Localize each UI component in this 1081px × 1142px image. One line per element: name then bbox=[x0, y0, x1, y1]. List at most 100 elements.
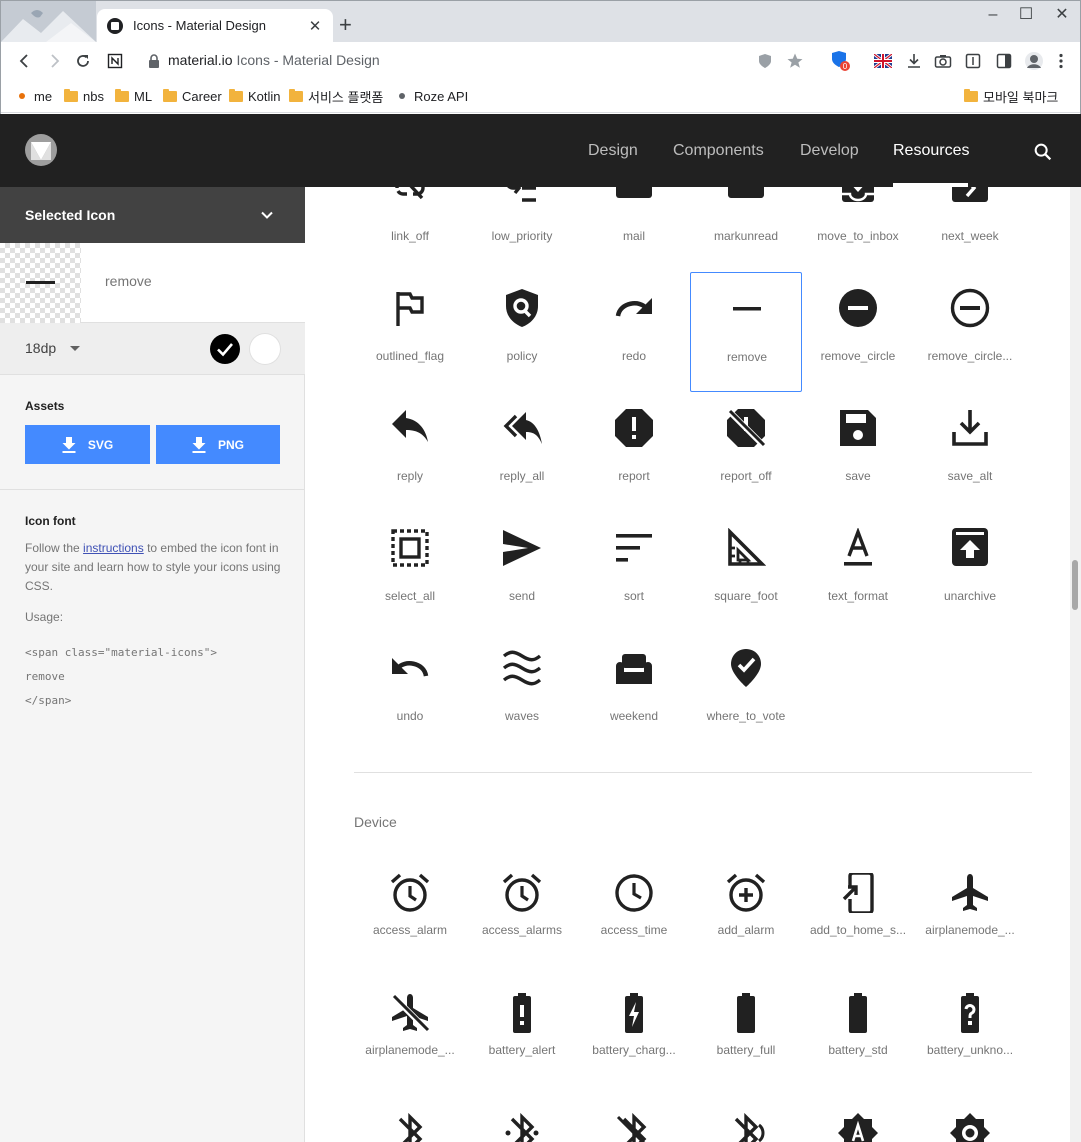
brightness-high-icon[interactable] bbox=[950, 1113, 990, 1142]
bookmark-label: ML bbox=[134, 88, 153, 104]
size-select[interactable]: 18dp bbox=[25, 340, 56, 356]
bluetooth-searching-icon[interactable] bbox=[726, 1113, 766, 1142]
mobile-bookmarks[interactable]: 모바일 북마크 bbox=[964, 87, 1058, 105]
camera-icon[interactable] bbox=[933, 51, 953, 71]
icon-tile[interactable]: square_foot bbox=[690, 512, 802, 632]
icon-tile[interactable]: undo bbox=[354, 632, 466, 752]
icon-tile[interactable]: select_all bbox=[354, 512, 466, 632]
icon-tile[interactable]: move_to_inbox bbox=[802, 187, 914, 272]
bookmark-career[interactable]: Career bbox=[163, 87, 222, 105]
sort-icon bbox=[616, 534, 652, 562]
icon-tile[interactable]: unarchive bbox=[914, 512, 1026, 632]
icon-tile[interactable]: report_off bbox=[690, 392, 802, 512]
icon-tile[interactable]: next_week bbox=[914, 187, 1026, 272]
bookmark-service-platform[interactable]: 서비스 플랫폼 bbox=[289, 87, 383, 105]
forward-button[interactable] bbox=[44, 51, 64, 71]
bluetooth-connected-icon[interactable] bbox=[502, 1113, 542, 1142]
icon-tile[interactable]: where_to_vote bbox=[690, 632, 802, 752]
nav-resources[interactable]: Resources bbox=[893, 142, 969, 160]
nav-develop[interactable]: Develop bbox=[800, 142, 859, 160]
light-color-swatch[interactable] bbox=[250, 334, 280, 364]
icon-tile[interactable]: markunread bbox=[690, 187, 802, 272]
icon-tile[interactable]: low_priority bbox=[466, 187, 578, 272]
icon-tile[interactable]: redo bbox=[578, 272, 690, 392]
icon-tile[interactable]: send bbox=[466, 512, 578, 632]
icon-tile[interactable]: sort bbox=[578, 512, 690, 632]
icon-tile[interactable]: outlined_flag bbox=[354, 272, 466, 392]
maximize-button[interactable]: ☐ bbox=[1016, 7, 1036, 23]
download-png-button[interactable]: PNG bbox=[156, 425, 280, 464]
privacy-badger-icon[interactable]: 0 bbox=[829, 51, 853, 71]
download-svg-button[interactable]: SVG bbox=[25, 425, 150, 464]
code-line: <span class="material-icons"> bbox=[25, 646, 218, 659]
icon-tile[interactable]: battery_full bbox=[690, 973, 802, 1093]
save-icon bbox=[840, 410, 876, 446]
more-menu-icon[interactable] bbox=[1053, 51, 1069, 71]
dropdown-caret-icon[interactable] bbox=[70, 346, 80, 351]
icon-tile[interactable]: battery_alert bbox=[466, 973, 578, 1093]
icon-label: save_alt bbox=[947, 469, 993, 483]
icon-label: add_to_home_s... bbox=[809, 923, 907, 937]
minimize-button[interactable]: – bbox=[983, 7, 1003, 23]
scrollbar-thumb[interactable] bbox=[1072, 560, 1078, 610]
icon-tile[interactable]: add_alarm bbox=[690, 853, 802, 973]
side-panel-icon[interactable] bbox=[994, 51, 1014, 71]
bookmark-kotlin[interactable]: Kotlin bbox=[229, 87, 281, 105]
icon-tile[interactable]: remove_circle... bbox=[914, 272, 1026, 392]
icon-tile[interactable]: reply_all bbox=[466, 392, 578, 512]
markunread-icon bbox=[728, 187, 764, 198]
bluetooth-icon[interactable] bbox=[390, 1113, 430, 1142]
uk-flag-icon[interactable] bbox=[873, 51, 893, 71]
back-button[interactable] bbox=[15, 51, 35, 71]
icon-tile[interactable]: battery_std bbox=[802, 973, 914, 1093]
close-tab-icon[interactable]: ✕ bbox=[307, 17, 323, 35]
bookmark-roze-api[interactable]: Roze API bbox=[399, 87, 468, 105]
reload-button[interactable] bbox=[73, 51, 93, 71]
bookmark-ml[interactable]: ML bbox=[115, 87, 152, 105]
shield-extension-icon[interactable] bbox=[755, 51, 775, 71]
icon-tile[interactable]: report bbox=[578, 392, 690, 512]
icon-tile[interactable]: airplanemode_... bbox=[354, 973, 466, 1093]
icon-tile[interactable]: link_off bbox=[354, 187, 466, 272]
address-bar[interactable]: material.io Icons - Material Design bbox=[168, 52, 380, 68]
material-logo-icon[interactable] bbox=[25, 134, 57, 166]
close-window-button[interactable]: ✕ bbox=[1052, 7, 1072, 23]
bookmark-nbs[interactable]: nbs bbox=[64, 87, 104, 105]
icon-label: send bbox=[508, 589, 536, 603]
nav-components[interactable]: Components bbox=[673, 142, 764, 160]
notion-extension-button[interactable] bbox=[105, 51, 125, 71]
icon-tile[interactable]: battery_charg... bbox=[578, 973, 690, 1093]
dark-color-swatch[interactable] bbox=[210, 334, 240, 364]
icon-tile[interactable]: save bbox=[802, 392, 914, 512]
icon-tile[interactable]: add_to_home_s... bbox=[802, 853, 914, 973]
browser-tab[interactable]: Icons - Material Design ✕ bbox=[97, 9, 333, 42]
brightness-auto-icon[interactable] bbox=[838, 1113, 878, 1142]
profile-avatar[interactable] bbox=[1023, 51, 1045, 71]
reader-mode-icon[interactable] bbox=[963, 51, 983, 71]
selected-icon-tile[interactable]: remove bbox=[690, 272, 802, 392]
icon-tile[interactable]: mail bbox=[578, 187, 690, 272]
download-icon[interactable] bbox=[904, 51, 924, 71]
icon-tile[interactable]: access_alarm bbox=[354, 853, 466, 973]
icon-tile[interactable]: weekend bbox=[578, 632, 690, 752]
icon-tile[interactable]: waves bbox=[466, 632, 578, 752]
new-tab-button[interactable]: + bbox=[339, 14, 352, 36]
icon-tile[interactable]: access_time bbox=[578, 853, 690, 973]
selected-icon-header[interactable]: Selected Icon bbox=[0, 187, 305, 243]
icon-tile[interactable]: battery_unkno... bbox=[914, 973, 1026, 1093]
scrollbar[interactable] bbox=[1070, 187, 1081, 1142]
icon-tile[interactable]: policy bbox=[466, 272, 578, 392]
icon-tile[interactable]: reply bbox=[354, 392, 466, 512]
bluetooth-disabled-icon[interactable] bbox=[614, 1113, 654, 1142]
icon-tile[interactable]: access_alarms bbox=[466, 853, 578, 973]
icon-tile[interactable]: airplanemode_... bbox=[914, 853, 1026, 973]
search-icon[interactable] bbox=[1032, 141, 1054, 168]
chevron-down-icon[interactable] bbox=[259, 207, 275, 226]
icon-tile[interactable]: remove_circle bbox=[802, 272, 914, 392]
bookmark-star-icon[interactable] bbox=[785, 51, 805, 71]
instructions-link[interactable]: instructions bbox=[83, 541, 144, 555]
icon-tile[interactable]: text_format bbox=[802, 512, 914, 632]
nav-design[interactable]: Design bbox=[588, 142, 638, 160]
bookmark-me[interactable]: me bbox=[19, 87, 52, 105]
icon-tile[interactable]: save_alt bbox=[914, 392, 1026, 512]
